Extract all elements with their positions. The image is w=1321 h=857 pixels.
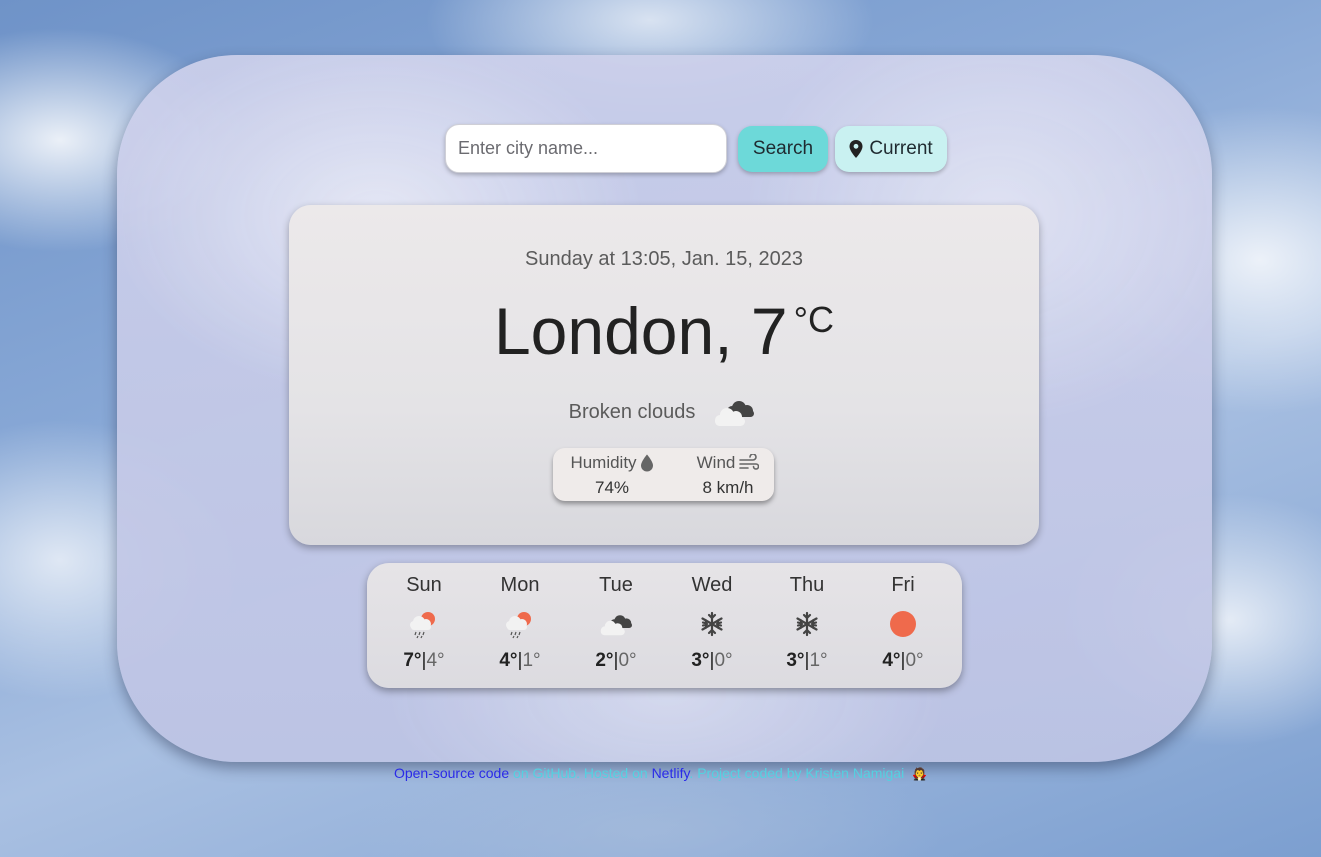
location-pin-icon xyxy=(849,140,863,158)
wind-icon xyxy=(739,454,760,470)
weather-description: Broken clouds xyxy=(568,400,696,423)
forecast-day-name: Tue xyxy=(599,574,633,596)
rain-sun-icon xyxy=(506,612,531,639)
forecast-low: 0° xyxy=(905,650,924,671)
forecast-day-name: Wed xyxy=(691,574,733,596)
forecast-high: 3° xyxy=(691,650,710,671)
forecast-low: 1° xyxy=(809,650,828,671)
forecast-high: 3° xyxy=(786,650,805,671)
forecast-high: 4° xyxy=(499,650,518,671)
forecast-low: 1° xyxy=(522,650,541,671)
description-row: Broken clouds xyxy=(289,395,1039,429)
city-search-input[interactable] xyxy=(445,124,727,173)
snowflake-icon xyxy=(701,611,723,637)
forecast-high: 4° xyxy=(882,650,901,671)
forecast-day-name: Mon xyxy=(500,574,540,596)
wind-value: 8 km/h xyxy=(702,478,754,497)
water-drop-icon xyxy=(640,454,653,472)
vampire-emoji: 🧛 xyxy=(912,767,928,781)
wind-label: Wind xyxy=(696,453,736,472)
current-weather-card: Sunday at 13:05, Jan. 15, 2023 London, 7… xyxy=(289,205,1039,545)
city-name: London, xyxy=(493,294,733,368)
forecast-day: Mon 4°|1° xyxy=(475,563,565,672)
forecast-high: 7° xyxy=(403,650,422,671)
sun-icon xyxy=(890,611,916,637)
forecast-low: 0° xyxy=(618,650,637,671)
footer: Open-source code on GitHub. Hosted on Ne… xyxy=(0,765,1321,781)
humidity-value: 74% xyxy=(594,478,630,497)
current-location-button[interactable]: Current xyxy=(835,126,947,172)
forecast-day: Wed 3°|0° xyxy=(667,563,757,672)
forecast-day-name: Thu xyxy=(789,574,825,596)
open-source-link[interactable]: Open-source code xyxy=(394,765,509,781)
forecast-day-name: Fri xyxy=(891,574,915,596)
forecast-day: Thu 3°|1° xyxy=(762,563,852,672)
forecast-panel: Sun 7°|4° Mon 4°|1° Tue 2°|0° Wed 3°|0° … xyxy=(367,563,962,688)
temperature-unit: °C xyxy=(793,299,835,340)
wind-stat: Wind 8 km/h xyxy=(673,448,783,498)
forecast-day: Sun 7°|4° xyxy=(379,563,469,672)
broken-clouds-icon xyxy=(715,401,755,426)
footer-text-author: . Project coded by Kristen Namigai xyxy=(689,765,905,781)
netlify-link[interactable]: Netlify xyxy=(652,765,690,781)
search-button[interactable]: Search xyxy=(738,126,828,172)
forecast-low: 4° xyxy=(426,650,445,671)
forecast-low: 0° xyxy=(714,650,733,671)
date-time: Sunday at 13:05, Jan. 15, 2023 xyxy=(525,248,803,270)
forecast-high: 2° xyxy=(595,650,614,671)
snowflake-icon xyxy=(796,611,818,637)
humidity-stat: Humidity 74% xyxy=(557,448,667,498)
forecast-day-name: Sun xyxy=(406,574,442,596)
current-button-label: Current xyxy=(869,138,933,159)
humidity-label: Humidity xyxy=(570,453,637,472)
broken-clouds-icon xyxy=(600,615,632,636)
stats-box: Humidity 74% Wind 8 km/h xyxy=(553,448,774,501)
rain-sun-icon xyxy=(410,612,435,639)
city-temperature: London, 7 °C xyxy=(289,293,1039,369)
temperature-value: 7 xyxy=(750,294,788,368)
forecast-day: Tue 2°|0° xyxy=(571,563,661,672)
footer-text-hosted: on GitHub. Hosted on xyxy=(509,765,652,781)
forecast-day: Fri 4°|0° xyxy=(858,563,948,672)
